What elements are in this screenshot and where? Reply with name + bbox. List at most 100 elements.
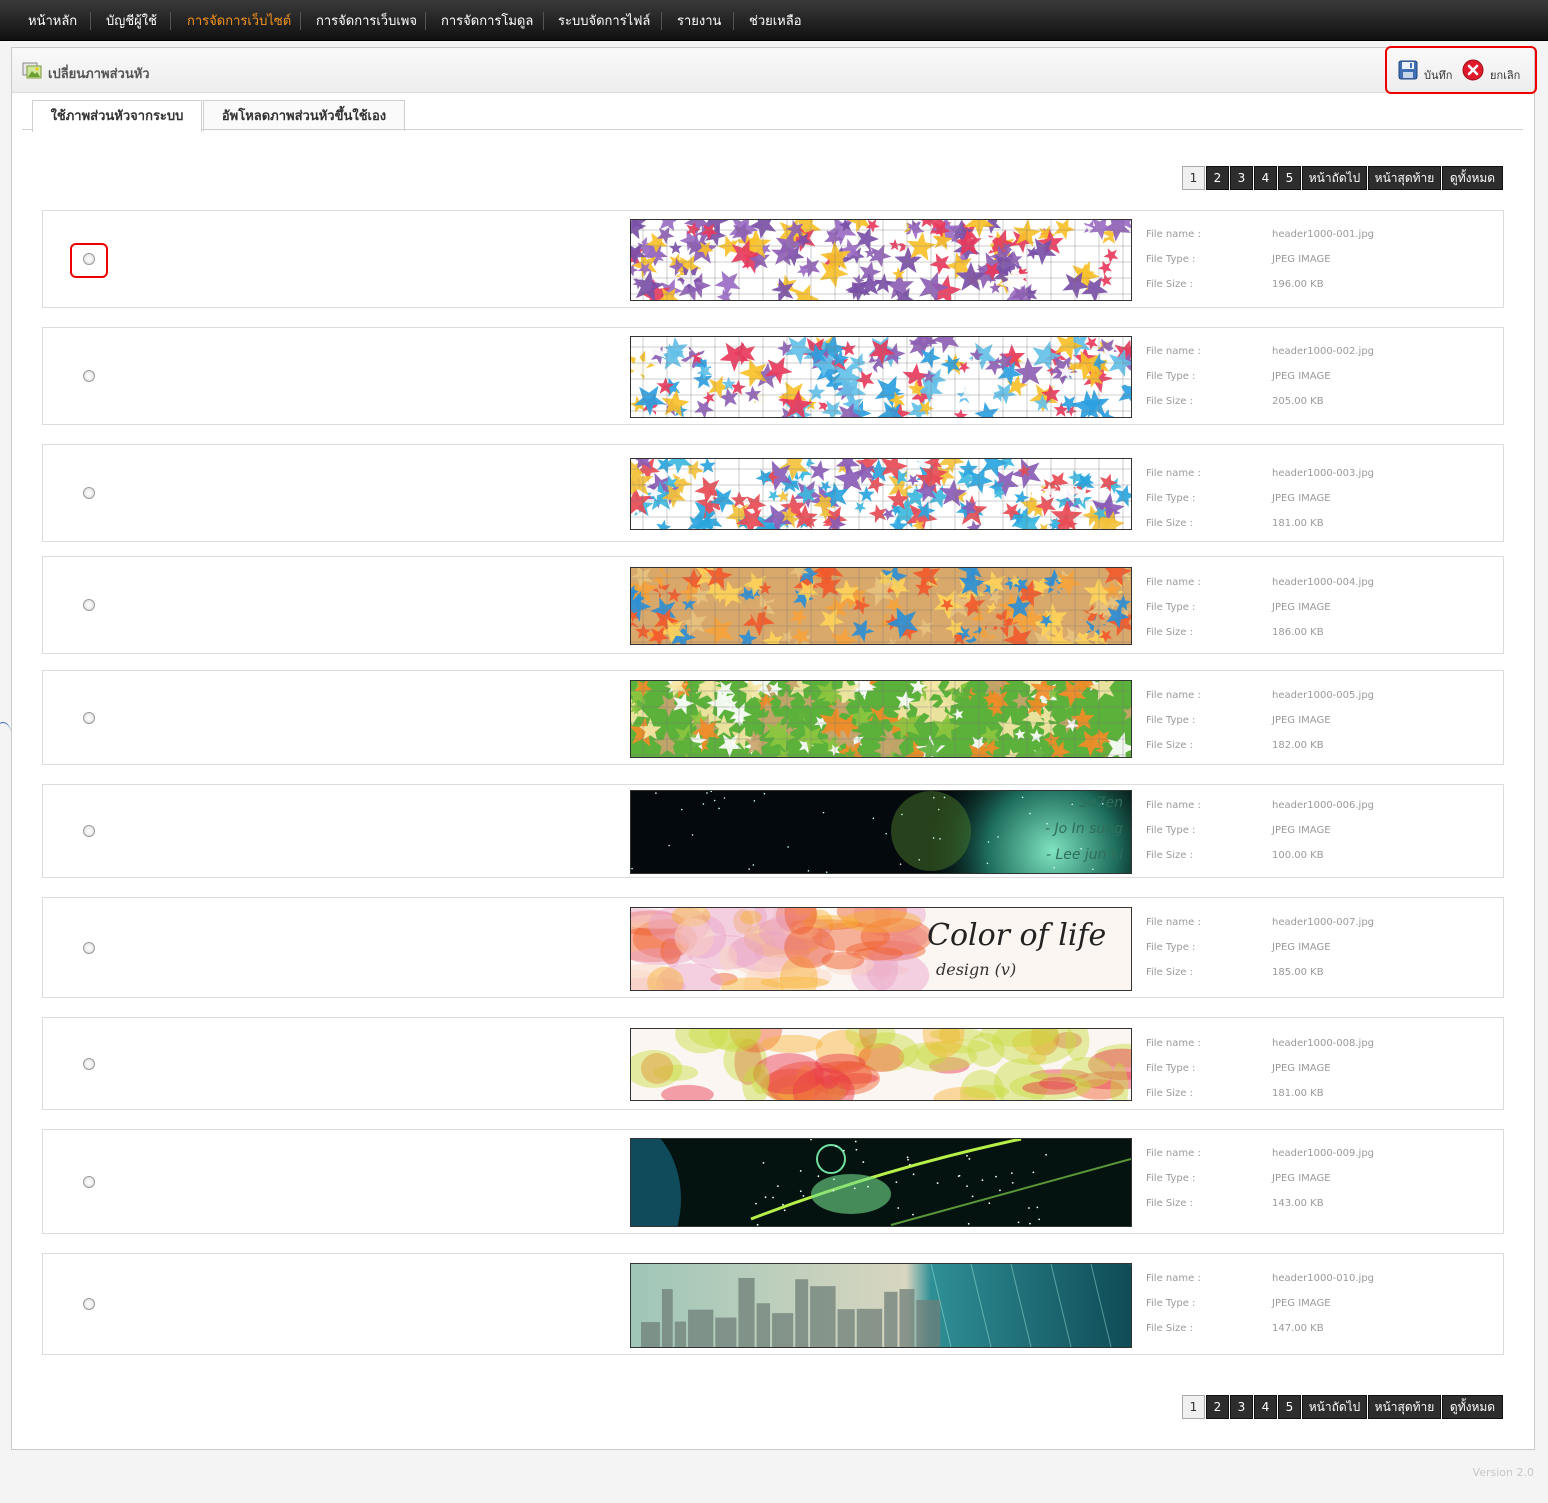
pager-bottom-page-2[interactable]: 2 [1206,1395,1229,1419]
select-radio[interactable] [83,1298,95,1310]
header-thumbnail[interactable] [630,219,1132,301]
header-thumbnail[interactable] [630,1028,1132,1101]
meta-label: File name : [1146,229,1201,240]
meta-label: File name : [1146,1273,1201,1284]
meta-value-size: 185.00 KB [1272,967,1324,978]
meta-value-name: header1000-007.jpg [1272,917,1375,928]
save-icon[interactable] [1398,60,1418,80]
pager-top-view-all-button[interactable]: ดูทั้งหมด [1442,166,1503,190]
header-thumbnail[interactable] [630,336,1132,418]
pager-bottom-view-all-button[interactable]: ดูทั้งหมด [1442,1395,1503,1419]
pager-bottom-next-button[interactable]: หน้าถัดไป [1302,1395,1367,1419]
meta-value-size: 100.00 KB [1272,850,1324,861]
pager-top-page-2[interactable]: 2 [1206,166,1229,190]
select-radio[interactable] [83,825,95,837]
meta-value-type: JPEG IMAGE [1272,715,1331,726]
meta-value-name: header1000-006.jpg [1272,800,1375,811]
thumbnail-image [631,681,1131,757]
meta-label: File Size : [1146,396,1193,407]
meta-label: File Size : [1146,740,1193,751]
meta-label: File Size : [1146,850,1193,861]
thumbnail-caption: - Lee jun ki [1045,847,1123,863]
pager-top-last-button[interactable]: หน้าสุดท้าย [1368,166,1441,190]
cancel-icon[interactable] [1462,59,1484,81]
pager-bottom-last-button[interactable]: หน้าสุดท้าย [1368,1395,1441,1419]
header-thumbnail[interactable] [630,1263,1132,1348]
meta-value-name: header1000-003.jpg [1272,468,1375,479]
cancel-button[interactable]: ยกเลิก [1490,66,1520,84]
select-radio[interactable] [83,942,95,954]
nav-item-0[interactable]: หน้าหลัก [28,0,77,40]
pager-top-page-1[interactable]: 1 [1182,166,1205,190]
thumbnail-caption: Color of life [927,918,1107,953]
header-thumbnail[interactable] [630,1138,1132,1227]
meta-value-name: header1000-010.jpg [1272,1273,1375,1284]
pager-top-page-3[interactable]: 3 [1230,166,1253,190]
meta-value-type: JPEG IMAGE [1272,1298,1331,1309]
nav-item-4[interactable]: การจัดการโมดูล [441,0,533,40]
meta-value-name: header1000-004.jpg [1272,577,1375,588]
meta-label: File Type : [1146,1298,1196,1309]
nav-separator [733,12,734,30]
select-radio[interactable] [83,1176,95,1188]
nav-item-1[interactable]: บัญชีผู้ใช้ [106,0,157,40]
header-image-row: File name : header1000-009.jpg File Type :… [42,1129,1504,1234]
header-image-row: File name : header1000-002.jpg File Type :… [42,327,1504,425]
meta-value-size: 181.00 KB [1272,1088,1324,1099]
pager-top-page-4[interactable]: 4 [1254,166,1277,190]
meta-value-name: header1000-009.jpg [1272,1148,1375,1159]
thumbnail-image [631,1029,1131,1100]
header-thumbnail[interactable]: - Se7en - Jo In sung - Lee jun ki [630,790,1132,874]
nav-item-7[interactable]: ช่วยเหลือ [749,0,802,40]
meta-label: File name : [1146,577,1201,588]
meta-label: File Type : [1146,715,1196,726]
header-thumbnail[interactable] [630,567,1132,645]
meta-value-size: 182.00 KB [1272,740,1324,751]
version-label: Version 2.0 [1472,1466,1534,1479]
meta-label: File Type : [1146,942,1196,953]
meta-value-type: JPEG IMAGE [1272,602,1331,613]
header-image-row: File name : header1000-004.jpg File Type :… [42,556,1504,654]
meta-label: File Size : [1146,1088,1193,1099]
select-radio[interactable] [83,1058,95,1070]
thumbnail-image [631,1264,1131,1347]
panel-header: เปลี่ยนภาพส่วนหัว บันทึก ยกเลิก [12,46,1537,94]
meta-value-type: JPEG IMAGE [1272,371,1331,382]
pager-bottom-page-1[interactable]: 1 [1182,1395,1205,1419]
header-image-row: - Se7en - Jo In sung - Lee jun ki File name… [42,784,1504,878]
meta-label: File name : [1146,1148,1201,1159]
select-radio[interactable] [83,599,95,611]
meta-label: File Size : [1146,1198,1193,1209]
pager-top-next-button[interactable]: หน้าถัดไป [1302,166,1367,190]
select-radio[interactable] [83,487,95,499]
meta-value-name: header1000-001.jpg [1272,229,1375,240]
select-radio[interactable] [83,712,95,724]
pager-bottom-page-4[interactable]: 4 [1254,1395,1277,1419]
header-thumbnail[interactable] [630,458,1132,530]
tab-system-headers[interactable]: ใช้ภาพส่วนหัวจากระบบ [32,100,202,132]
tab-upload-header[interactable]: อัพโหลดภาพส่วนหัวขึ้นใช้เอง [203,100,405,131]
meta-value-size: 143.00 KB [1272,1198,1324,1209]
tabs-divider [22,129,1523,130]
pager-top-page-5[interactable]: 5 [1278,166,1301,190]
pager-bottom-page-3[interactable]: 3 [1230,1395,1253,1419]
nav-item-3[interactable]: การจัดการเว็บเพจ [316,0,417,40]
meta-value-type: JPEG IMAGE [1272,825,1331,836]
nav-item-6[interactable]: รายงาน [677,0,721,40]
header-thumbnail[interactable]: Color of life design (v) [630,907,1132,991]
save-button[interactable]: บันทึก [1424,66,1452,84]
meta-label: File Size : [1146,518,1193,529]
nav-item-5[interactable]: ระบบจัดการไฟล์ [558,0,650,40]
meta-value-size: 147.00 KB [1272,1323,1324,1334]
meta-label: File name : [1146,690,1201,701]
thumbnail-image [631,568,1131,644]
header-thumbnail[interactable] [630,680,1132,758]
pager-bottom-page-5[interactable]: 5 [1278,1395,1301,1419]
meta-value-type: JPEG IMAGE [1272,493,1331,504]
nav-separator [425,12,426,30]
nav-item-2[interactable]: การจัดการเว็บไซต์ [187,0,291,40]
select-radio[interactable] [83,370,95,382]
thumbnail-caption: design (v) [936,960,1017,979]
meta-label: File Size : [1146,627,1193,638]
meta-label: File name : [1146,1038,1201,1049]
